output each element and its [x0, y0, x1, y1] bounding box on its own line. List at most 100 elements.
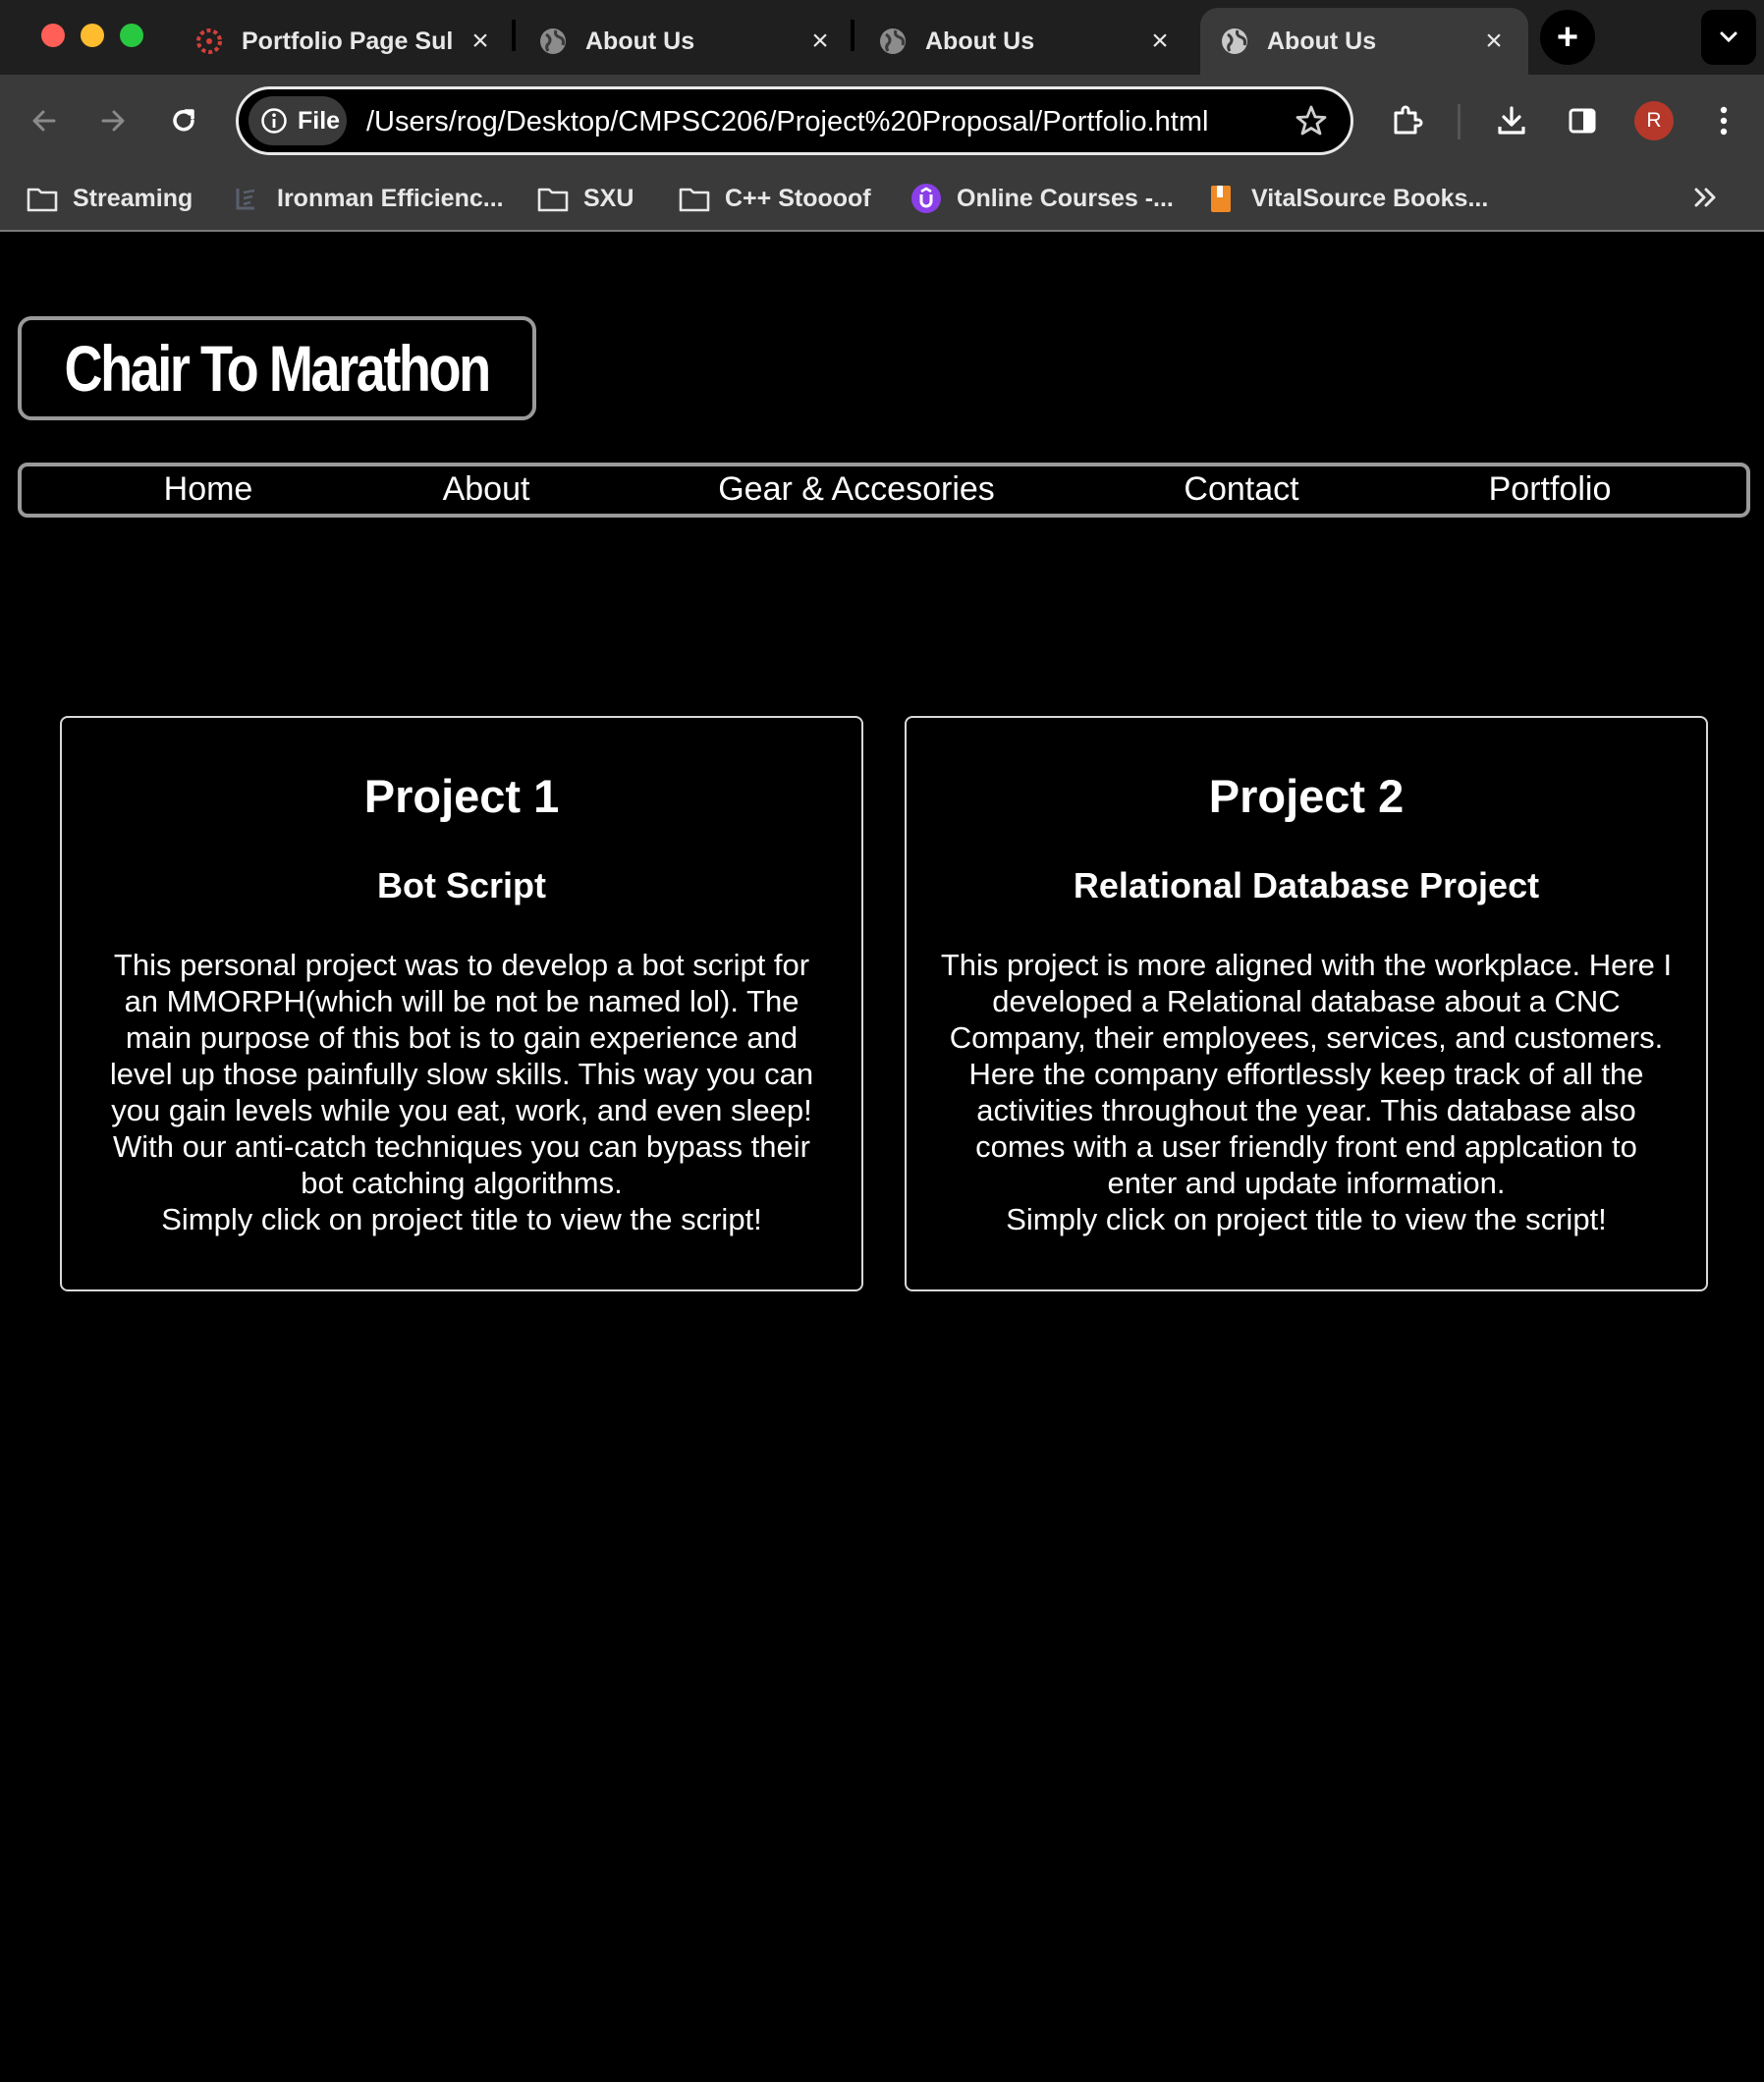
- bookmark-label: Online Courses -...: [957, 184, 1174, 212]
- file-label: File: [298, 106, 341, 135]
- globe-icon: [1218, 25, 1251, 58]
- puzzle-icon: [1394, 105, 1423, 135]
- maximize-window-button[interactable]: [120, 24, 143, 47]
- nav-about[interactable]: About: [443, 470, 530, 509]
- address-bar[interactable]: File /Users/rog/Desktop/CMPSC206/Project…: [236, 86, 1353, 155]
- description-line: bot catching algorithms.: [301, 1166, 623, 1200]
- bookmark-sxu[interactable]: SXU: [536, 177, 634, 220]
- close-tab-icon[interactable]: ×: [466, 25, 495, 57]
- folder-icon: [536, 182, 570, 215]
- close-tab-icon[interactable]: ×: [805, 25, 835, 57]
- tab-title: About Us: [1267, 27, 1377, 55]
- more-bookmarks-button[interactable]: [1689, 181, 1723, 214]
- project-1-title[interactable]: Project 1: [62, 769, 861, 823]
- logo-text: Chair To Marathon: [64, 332, 492, 405]
- chevron-down-icon: [1720, 31, 1737, 43]
- tab-separator: [851, 20, 854, 51]
- project-1-subtitle: Bot Script: [376, 865, 546, 905]
- reload-icon: [173, 109, 194, 132]
- nav-home[interactable]: Home: [164, 470, 253, 509]
- bookmark-ironman[interactable]: Ironman Efficienc...: [230, 177, 504, 220]
- description-line: Simply click on project title to view th…: [1006, 1202, 1607, 1236]
- description-line: you gain levels while you eat, work, and…: [111, 1093, 812, 1127]
- tab-title: About Us: [925, 27, 1035, 55]
- side-panel-button[interactable]: [1558, 96, 1607, 145]
- new-tab-button[interactable]: +: [1540, 10, 1595, 65]
- profile-avatar[interactable]: R: [1634, 101, 1674, 140]
- description-line: This project is more aligned with the wo…: [940, 948, 1673, 982]
- back-arrow-icon: [32, 110, 56, 132]
- star-icon: [1295, 105, 1327, 136]
- bookmark-streaming[interactable]: Streaming: [26, 177, 193, 220]
- tab-strip: Portfolio Page Sul × About Us × About Us…: [0, 0, 1764, 75]
- tab-about-us-active[interactable]: About Us ×: [1200, 8, 1528, 75]
- description-line: activities throughout the year. This dat…: [976, 1093, 1636, 1127]
- description-line: developed a Relational database about a …: [992, 984, 1621, 1018]
- web-page: Chair To Marathon Home About Gear & Acce…: [0, 232, 1764, 2082]
- bookmark-cpp[interactable]: C++ Stoooof: [678, 177, 871, 220]
- tab-portfolio-page[interactable]: Portfolio Page Sul ×: [175, 8, 515, 75]
- project-card-2: Project 2 Relational Database Project Th…: [905, 716, 1708, 1291]
- description-line: With our anti-catch techniques you can b…: [113, 1129, 810, 1164]
- nav-contact[interactable]: Contact: [1184, 470, 1298, 509]
- back-button[interactable]: [20, 96, 69, 145]
- kebab-menu-icon: [1720, 106, 1728, 136]
- nav-portfolio[interactable]: Portfolio: [1489, 470, 1612, 509]
- tab-about-us-2[interactable]: About Us ×: [858, 8, 1194, 75]
- tab-title: About Us: [585, 27, 695, 55]
- tab-about-us-1[interactable]: About Us ×: [519, 8, 854, 75]
- forward-arrow-icon: [101, 110, 125, 132]
- description-line: an MMORPH(which will be not be named lol…: [124, 984, 799, 1018]
- tab-separator: [512, 20, 516, 51]
- side-panel-icon: [1569, 108, 1596, 134]
- browser-menu-button[interactable]: [1699, 96, 1748, 145]
- description-line: comes with a user friendly front end app…: [975, 1129, 1637, 1164]
- bookmark-label: SXU: [583, 184, 634, 212]
- description-line: level up those painfully slow skills. Th…: [109, 1057, 814, 1091]
- project-1-description: This personal project was to develop a b…: [83, 947, 840, 1237]
- project-2-subtitle: Relational Database Project: [1073, 865, 1540, 905]
- bookmark-star-button[interactable]: [1290, 99, 1333, 142]
- toolbar-divider: [1458, 104, 1461, 139]
- globe-icon: [876, 25, 910, 58]
- url-text[interactable]: /Users/rog/Desktop/CMPSC206/Project%20Pr…: [366, 106, 1208, 138]
- description-line: Here the company effortlessly keep track…: [968, 1057, 1644, 1091]
- description-line: enter and update information.: [1107, 1166, 1506, 1200]
- bookmarks-bar: Streaming Ironman Efficienc... SXU C++ S…: [0, 167, 1764, 232]
- tab-search-button[interactable]: [1701, 10, 1756, 65]
- description-line: Company, their employees, services, and …: [949, 1020, 1664, 1055]
- canvas-logo-icon: [193, 25, 226, 58]
- site-info-button[interactable]: File: [248, 96, 347, 145]
- bookmark-label: C++ Stoooof: [725, 184, 871, 212]
- project-2-description: This project is more aligned with the wo…: [928, 947, 1684, 1237]
- browser-chrome: Portfolio Page Sul × About Us × About Us…: [0, 0, 1764, 232]
- download-icon: [1498, 106, 1525, 135]
- reload-button[interactable]: [159, 96, 208, 145]
- toolbar: File /Users/rog/Desktop/CMPSC206/Project…: [0, 75, 1764, 167]
- close-tab-icon[interactable]: ×: [1145, 25, 1175, 57]
- tab-title: Portfolio Page Sul: [242, 27, 454, 55]
- close-window-button[interactable]: [41, 24, 65, 47]
- double-chevron-right-icon: [1694, 188, 1716, 207]
- globe-icon: [536, 25, 570, 58]
- info-icon: [261, 108, 287, 134]
- forward-button[interactable]: [88, 96, 138, 145]
- project-2-title[interactable]: Project 2: [907, 769, 1706, 823]
- bookmark-label: VitalSource Books...: [1251, 184, 1489, 212]
- close-tab-icon[interactable]: ×: [1479, 25, 1509, 57]
- nav-gear-accessories[interactable]: Gear & Accesories: [718, 470, 995, 509]
- main-nav: Home About Gear & Accesories Contact Por…: [18, 463, 1750, 518]
- bookmark-label: Streaming: [73, 184, 193, 212]
- udemy-logo-icon: [910, 182, 943, 215]
- extensions-button[interactable]: [1383, 96, 1432, 145]
- downloads-button[interactable]: [1487, 96, 1536, 145]
- bookmark-label: Ironman Efficienc...: [277, 184, 504, 212]
- project-card-1: Project 1 Bot Script This personal proje…: [60, 716, 863, 1291]
- folder-icon: [678, 182, 711, 215]
- minimize-window-button[interactable]: [81, 24, 104, 47]
- site-logo[interactable]: Chair To Marathon: [18, 316, 536, 420]
- bookmark-online-courses[interactable]: Online Courses -...: [910, 177, 1174, 220]
- bookmark-vitalsource[interactable]: VitalSource Books...: [1204, 177, 1488, 220]
- description-line: main purpose of this bot is to gain expe…: [125, 1020, 799, 1055]
- description-line: This personal project was to develop a b…: [113, 948, 810, 982]
